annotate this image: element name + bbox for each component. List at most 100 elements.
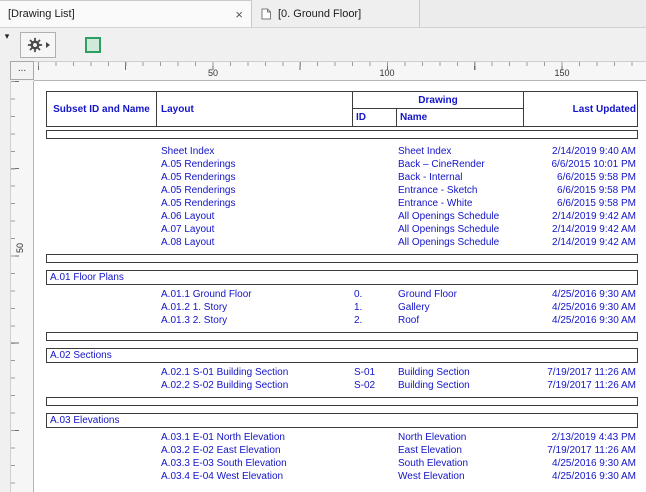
drawing-row: Sheet Index Sheet Index 2/14/2019 9:40 AM — [46, 145, 638, 158]
marquee-tool-button[interactable] — [78, 32, 108, 58]
layout-canvas[interactable]: Subset ID and Name Layout Drawing ID Nam… — [34, 81, 646, 492]
spacer-row — [46, 254, 638, 263]
cell-layout: A.07 Layout — [161, 224, 215, 235]
cell-drawing-id — [352, 145, 396, 158]
cell-layout: A.01.1 Ground Floor — [161, 289, 252, 300]
drawing-row: A.02.1 S-01 Building Section S-01 Building… — [46, 366, 638, 379]
ruler-options-button[interactable]: ... — [10, 61, 34, 80]
drawing-row: A.02.2 S-02 Building Section S-02 Building… — [46, 379, 638, 392]
tab-drawing-list[interactable]: [Drawing List] × — [0, 0, 252, 27]
cell-drawing-name: All Openings Schedule — [398, 237, 500, 248]
cell-layout: Sheet Index — [161, 146, 215, 157]
settings-button[interactable] — [20, 31, 56, 58]
tab-label: [0. Ground Floor] — [278, 7, 362, 20]
spacer-row — [46, 397, 638, 406]
row-group: A.01.1 Ground Floor 0. Ground Floor 4/25/20… — [46, 288, 638, 327]
drawing-row: A.05 Renderings Back - Internal 6/6/2015 9… — [46, 171, 638, 184]
horizontal-ruler: 50 100 150 — [34, 61, 646, 81]
row-group: A.02.1 S-01 Building Section S-01 Building… — [46, 366, 638, 392]
green-square-icon — [85, 36, 101, 53]
cell-layout: A.05 Renderings — [161, 198, 236, 209]
cell-drawing-name: Gallery — [398, 302, 430, 313]
cell-last-updated: 4/25/2016 9:30 AM — [552, 315, 636, 326]
cell-layout: A.03.3 E-03 South Elevation — [161, 458, 287, 469]
cell-drawing-id: S-02 — [354, 380, 376, 391]
cell-last-updated: 7/19/2017 11:26 AM — [547, 367, 636, 378]
header-name: Name — [397, 109, 524, 126]
cell-drawing-id — [352, 431, 396, 444]
cell-drawing-id — [352, 197, 396, 210]
cell-drawing-name: East Elevation — [398, 445, 462, 456]
cell-last-updated: 6/6/2015 9:58 PM — [557, 185, 636, 196]
header-drawing: Drawing — [353, 92, 524, 109]
cell-drawing-id — [352, 236, 396, 249]
cell-layout: A.02.1 S-01 Building Section — [161, 367, 289, 378]
header-subset: Subset ID and Name — [47, 92, 157, 126]
cell-drawing-id — [352, 457, 396, 470]
drawing-row: A.07 Layout All Openings Schedule 2/14/201… — [46, 223, 638, 236]
cell-last-updated: 4/25/2016 9:30 AM — [552, 471, 636, 482]
cell-drawing-name: North Elevation — [398, 432, 467, 443]
drawing-row: A.03.1 E-01 North Elevation North Elevati… — [46, 431, 638, 444]
cell-layout: A.08 Layout — [161, 237, 215, 248]
cell-last-updated: 6/6/2015 9:58 PM — [557, 198, 636, 209]
cell-drawing-id: S-01 — [354, 367, 376, 378]
cell-drawing-name: Back - Internal — [398, 172, 463, 183]
cell-layout: A.05 Renderings — [161, 159, 236, 170]
cell-drawing-name: All Openings Schedule — [398, 211, 500, 222]
toolbar: ▾ — [0, 28, 646, 61]
drawing-row: A.05 Renderings Entrance - Sketch 6/6/2015… — [46, 184, 638, 197]
cell-last-updated: 2/14/2019 9:40 AM — [552, 146, 636, 157]
drawing-row: A.03.3 E-03 South Elevation South Elevati… — [46, 457, 638, 470]
cell-drawing-name: West Elevation — [398, 471, 465, 482]
drawing-list-sheet: Subset ID and Name Layout Drawing ID Nam… — [46, 91, 638, 483]
cell-drawing-name: South Elevation — [398, 458, 469, 469]
cell-last-updated: 2/14/2019 9:42 AM — [552, 211, 636, 222]
cell-drawing-name: All Openings Schedule — [398, 224, 500, 235]
cell-drawing-id — [352, 158, 396, 171]
main-content: 50 Subset ID and Name Layout Drawing ID … — [0, 81, 646, 492]
cell-drawing-id — [352, 184, 396, 197]
ruler-label: 100 — [379, 68, 395, 78]
vertical-ruler: 50 — [10, 81, 34, 492]
spacer-row — [46, 332, 638, 341]
row-group: Sheet Index Sheet Index 2/14/2019 9:40 AM A… — [46, 145, 638, 249]
cell-last-updated: 7/19/2017 11:26 AM — [547, 445, 636, 456]
cell-last-updated: 4/25/2016 9:30 AM — [552, 302, 636, 313]
ruler-label: 50 — [15, 242, 26, 254]
table-header: Subset ID and Name Layout Drawing ID Nam… — [46, 91, 638, 127]
cell-layout: A.03.2 E-02 East Elevation — [161, 445, 281, 456]
ruler-gap — [0, 81, 10, 492]
cell-drawing-name: Building Section — [398, 367, 470, 378]
cell-layout: A.03.4 E-04 West Elevation — [161, 471, 284, 482]
ruler-label: 50 — [207, 68, 219, 78]
cell-last-updated: 4/25/2016 9:30 AM — [552, 289, 636, 300]
drawing-row: A.01.1 Ground Floor 0. Ground Floor 4/25/20… — [46, 288, 638, 301]
drawing-row: A.08 Layout All Openings Schedule 2/14/201… — [46, 236, 638, 249]
row-group: A.03.1 E-01 North Elevation North Elevati… — [46, 431, 638, 483]
archicad-window: [Drawing List] × [0. Ground Floor] ▾ ...… — [0, 0, 646, 492]
cell-drawing-name: Ground Floor — [398, 289, 457, 300]
drawing-row: A.05 Renderings Entrance - White 6/6/2015 … — [46, 197, 638, 210]
subset-header: A.03 Elevations — [46, 413, 638, 428]
cell-drawing-name: Entrance - Sketch — [398, 185, 478, 196]
cell-drawing-name: Building Section — [398, 380, 470, 391]
tab-ground-floor[interactable]: [0. Ground Floor] — [252, 0, 420, 27]
subset-header: A.01 Floor Plans — [46, 270, 638, 285]
drawing-row: A.05 Renderings Back – CineRender 6/6/2015… — [46, 158, 638, 171]
cell-drawing-id — [352, 470, 396, 483]
close-icon[interactable]: × — [235, 8, 243, 21]
spacer-row — [46, 130, 638, 139]
layout-sheet-icon — [260, 8, 272, 20]
chevron-down-icon[interactable]: ▾ — [2, 31, 12, 42]
cell-layout: A.03.1 E-01 North Elevation — [161, 432, 285, 443]
cell-layout: A.01.2 1. Story — [161, 302, 228, 313]
cell-drawing-name: Roof — [398, 315, 420, 326]
cell-layout: A.05 Renderings — [161, 172, 236, 183]
cell-last-updated: 2/13/2019 4:43 PM — [551, 432, 636, 443]
cell-layout: A.02.2 S-02 Building Section — [161, 380, 289, 391]
ruler-row: ... 50 100 150 — [0, 61, 646, 81]
drawing-row: A.01.2 1. Story 1. Gallery 4/25/2016 9:30 A… — [46, 301, 638, 314]
cell-last-updated: 7/19/2017 11:26 AM — [547, 380, 636, 391]
cell-layout: A.05 Renderings — [161, 185, 236, 196]
